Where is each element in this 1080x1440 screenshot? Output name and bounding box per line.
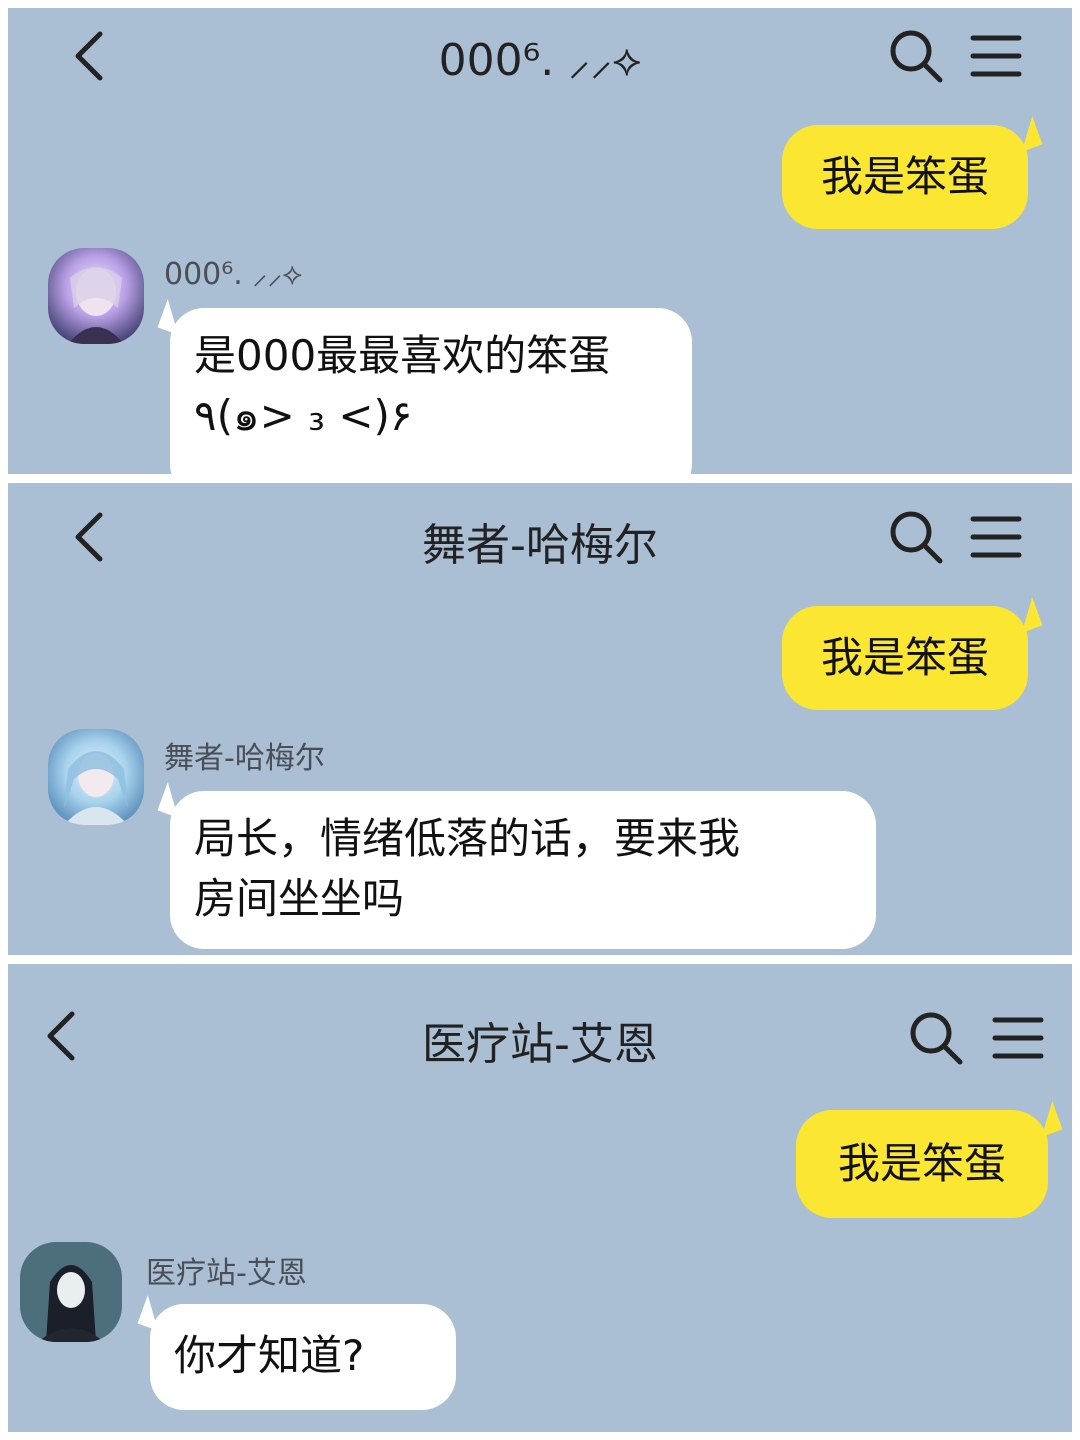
chat-screen-1: 000⁶. ⸝⸝⟡ 我是笨蛋 000⁶. ⸝⸝⟡ 是000最最喜欢的笨蛋 ٩(๑… bbox=[8, 8, 1072, 474]
incoming-message-line: 房间坐坐吗 bbox=[194, 874, 405, 923]
search-icon[interactable] bbox=[888, 28, 944, 84]
bubble-tail bbox=[1011, 116, 1043, 152]
outgoing-message-bubble[interactable]: 我是笨蛋 bbox=[782, 116, 1043, 229]
avatar[interactable] bbox=[20, 1242, 122, 1342]
avatar[interactable] bbox=[48, 729, 144, 825]
outgoing-message-bubble[interactable]: 我是笨蛋 bbox=[782, 597, 1043, 710]
bubble-tail bbox=[1031, 1101, 1063, 1137]
incoming-message-bubble[interactable]: 是000最最喜欢的笨蛋 ٩(๑> ₃ <)۶ bbox=[157, 299, 692, 474]
chat-screen-2: 舞者-哈梅尔 我是笨蛋 舞者-哈梅尔 局长，情绪低落的话，要来我 房间坐坐吗 bbox=[8, 483, 1072, 955]
hamburger-menu-icon[interactable] bbox=[970, 513, 1022, 561]
bubble-tail bbox=[1011, 597, 1043, 633]
bubble-tail bbox=[157, 782, 189, 818]
sender-name: 000⁶. ⸝⸝⟡ bbox=[164, 257, 303, 292]
incoming-message-line: ٩(๑> ₃ <)۶ bbox=[194, 391, 413, 440]
outgoing-message-text: 我是笨蛋 bbox=[837, 1139, 1006, 1188]
incoming-message-line: 局长，情绪低落的话，要来我 bbox=[194, 814, 741, 863]
hamburger-menu-icon[interactable] bbox=[992, 1014, 1044, 1062]
incoming-message-bubble[interactable]: 局长，情绪低落的话，要来我 房间坐坐吗 bbox=[157, 782, 876, 949]
avatar[interactable] bbox=[48, 248, 144, 344]
bubble-tail bbox=[157, 299, 189, 335]
sender-name: 医疗站-艾恩 bbox=[146, 1256, 307, 1291]
outgoing-message-bubble[interactable]: 我是笨蛋 bbox=[796, 1101, 1063, 1218]
outgoing-message-text: 我是笨蛋 bbox=[820, 152, 989, 201]
search-icon[interactable] bbox=[888, 509, 944, 565]
chat-screen-3: 医疗站-艾恩 我是笨蛋 医疗站-艾恩 你才知道? bbox=[8, 964, 1072, 1432]
bubble-tail bbox=[137, 1295, 169, 1331]
search-icon[interactable] bbox=[908, 1010, 964, 1066]
hamburger-menu-icon[interactable] bbox=[970, 32, 1022, 80]
incoming-message-line: 你才知道? bbox=[174, 1331, 365, 1380]
sender-name: 舞者-哈梅尔 bbox=[164, 741, 325, 776]
incoming-message-bubble[interactable]: 你才知道? bbox=[137, 1295, 456, 1410]
outgoing-message-text: 我是笨蛋 bbox=[820, 633, 989, 682]
incoming-message-line: 是000最最喜欢的笨蛋 bbox=[194, 331, 611, 380]
